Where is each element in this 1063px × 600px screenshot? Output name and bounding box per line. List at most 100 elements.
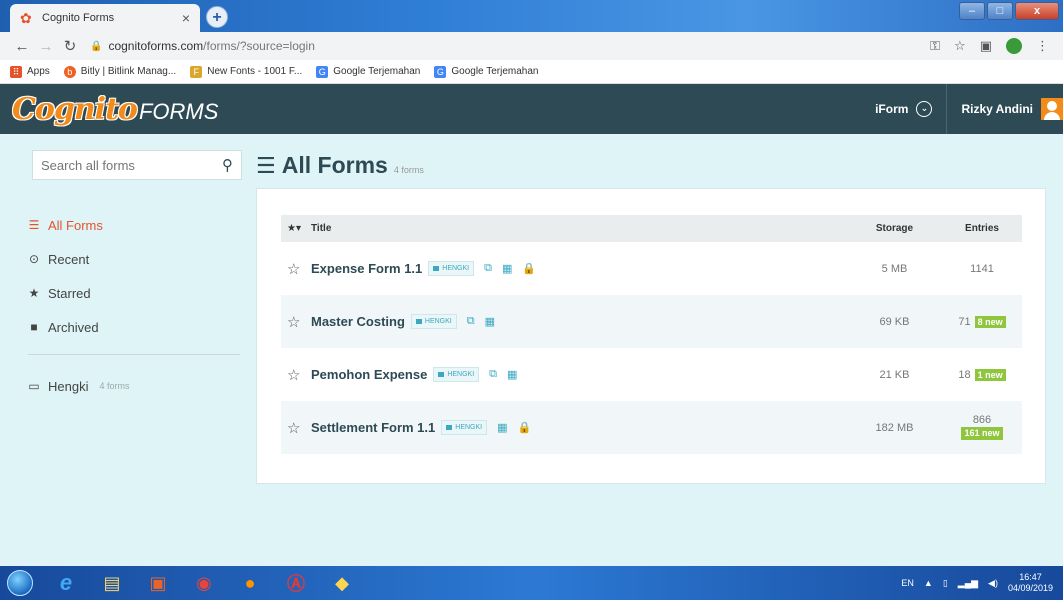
bookmark-label: Bitly | Bitlink Manag... — [80, 66, 177, 77]
folder-tag[interactable]: HENGKI — [428, 261, 475, 276]
column-storage[interactable]: Storage — [847, 223, 942, 234]
sidebar-item-all-forms[interactable]: ☰ All Forms — [28, 208, 240, 242]
sidebar-item-archived[interactable]: ■ Archived — [28, 310, 240, 344]
bookmark-star-icon[interactable]: ☆ — [954, 38, 966, 54]
volume-icon[interactable]: ◀) — [988, 578, 998, 589]
star-toggle-icon[interactable]: ☆ — [281, 313, 311, 331]
search-box: ⚲ — [32, 150, 242, 180]
storage-value: 5 MB — [881, 262, 908, 275]
app-header: Cognito FORMS iForm ⌄ Rizky Andini — [0, 84, 1063, 134]
profile-avatar[interactable] — [1006, 38, 1022, 54]
sidebar-item-label: Starred — [48, 285, 91, 301]
bookmark-label: Google Terjemahan — [451, 66, 539, 77]
calendar-icon[interactable]: ▦ — [502, 262, 512, 275]
sidebar-item-label: Recent — [48, 251, 90, 267]
bookmark-translate-1[interactable]: G Google Terjemahan — [316, 65, 421, 78]
organization-switcher[interactable]: iForm ⌄ — [861, 101, 946, 117]
extension-icon[interactable]: ▣ — [980, 38, 992, 54]
sidebar-folder-hengki[interactable]: ▭ Hengki 4 forms — [28, 369, 240, 403]
form-name-link[interactable]: Expense Form 1.1 — [311, 261, 422, 276]
chrome-icon[interactable]: ◉ — [184, 568, 224, 598]
page-title: ☰ All Forms 4 forms — [256, 152, 424, 179]
url-path: /forms/?source=login — [203, 39, 315, 53]
sidebar-divider — [28, 354, 240, 355]
user-menu[interactable]: Rizky Andini — [946, 84, 1063, 134]
bookmark-fonts[interactable]: F New Fonts - 1001 F... — [190, 65, 303, 78]
folder-count: 4 forms — [99, 381, 130, 391]
browser-toolbar: ← → ↻ 🔒 cognitoforms.com/forms/?source=l… — [0, 32, 1063, 60]
entries-cell[interactable]: 71 8 new — [942, 315, 1022, 328]
new-entries-badge: 161 new — [961, 427, 1003, 440]
star-toggle-icon[interactable]: ☆ — [281, 366, 311, 384]
window-controls: – □ x — [959, 2, 1059, 20]
chevron-down-icon: ⌄ — [916, 101, 933, 117]
user-avatar-icon — [1041, 98, 1063, 120]
media-player-icon[interactable]: ▣ — [138, 568, 178, 598]
folder-tag[interactable]: HENGKI — [410, 314, 457, 329]
star-toggle-icon[interactable]: ☆ — [281, 260, 311, 278]
close-window-button[interactable]: x — [1015, 2, 1059, 20]
lock-icon: 🔒 — [517, 422, 532, 434]
form-name-link[interactable]: Master Costing — [311, 314, 405, 329]
menu-dots-icon[interactable]: ⋮ — [1036, 38, 1049, 54]
windows-taskbar: e ▤ ▣ ◉ ● Ⓐ ◆ EN ▲ ▯ ▂▄▆ ◀) 16:47 04/09/… — [0, 566, 1063, 600]
sidebar-item-starred[interactable]: ★ Starred — [28, 276, 240, 310]
column-title[interactable]: Title — [311, 223, 847, 234]
bookmark-translate-2[interactable]: G Google Terjemahan — [434, 65, 539, 78]
tray-expand-icon[interactable]: ▲ — [924, 578, 933, 588]
calendar-icon[interactable]: ▦ — [507, 368, 517, 381]
preview-icon[interactable]: ⧉ — [467, 315, 475, 328]
maximize-button[interactable]: □ — [987, 2, 1013, 20]
start-button[interactable] — [0, 566, 40, 600]
preview-icon[interactable]: ⧉ — [489, 368, 497, 381]
address-bar[interactable]: 🔒 cognitoforms.com/forms/?source=login — [82, 35, 931, 57]
app-a-icon[interactable]: Ⓐ — [276, 568, 316, 598]
fonts-icon: F — [190, 65, 203, 78]
cognito-favicon-icon: ✿ — [20, 10, 32, 26]
firefox-icon[interactable]: ● — [230, 568, 270, 598]
browser-tab[interactable]: ✿ Cognito Forms × — [10, 4, 200, 32]
cognito-logo[interactable]: Cognito FORMS — [12, 92, 218, 127]
bookmark-apps[interactable]: ⠿ Apps — [10, 65, 50, 78]
form-name-link[interactable]: Pemohon Expense — [311, 367, 427, 382]
search-icon[interactable]: ⚲ — [222, 156, 233, 174]
sidebar-nav: ☰ All Forms ⊙ Recent ★ Starred ■ Archive… — [28, 208, 240, 403]
clock[interactable]: 16:47 04/09/2019 — [1008, 572, 1053, 594]
search-input[interactable] — [41, 157, 222, 173]
reload-icon[interactable]: ↻ — [58, 37, 82, 55]
column-entries[interactable]: Entries — [942, 223, 1022, 234]
calendar-icon[interactable]: ▦ — [497, 421, 507, 434]
forward-icon[interactable]: → — [34, 38, 58, 55]
new-tab-button[interactable]: + — [206, 6, 228, 28]
language-indicator[interactable]: EN — [901, 578, 914, 588]
bitly-icon: b — [63, 65, 76, 78]
system-tray: EN ▲ ▯ ▂▄▆ ◀) 16:47 04/09/2019 — [901, 572, 1063, 594]
bookmark-label: New Fonts - 1001 F... — [207, 66, 303, 77]
minimize-button[interactable]: – — [959, 2, 985, 20]
key-icon[interactable]: ⚿ — [930, 38, 940, 54]
battery-icon[interactable]: ▯ — [943, 578, 948, 589]
folder-tag[interactable]: HENGKI — [441, 420, 488, 435]
folder-app-icon[interactable]: ◆ — [322, 568, 362, 598]
folder-tag[interactable]: HENGKI — [433, 367, 480, 382]
bookmark-label: Google Terjemahan — [333, 66, 421, 77]
storage-value: 69 KB — [879, 315, 910, 328]
close-tab-icon[interactable]: × — [182, 10, 190, 26]
entries-cell[interactable]: 866 161 new — [942, 415, 1022, 440]
signal-icon[interactable]: ▂▄▆ — [958, 578, 978, 589]
entries-cell[interactable]: 1141 — [942, 263, 1022, 275]
preview-icon[interactable]: ⧉ — [484, 262, 492, 275]
entries-count: 1141 — [970, 262, 994, 275]
back-icon[interactable]: ← — [10, 38, 34, 55]
page-heading: All Forms — [281, 152, 388, 178]
browser-titlebar: ✿ Cognito Forms × + – □ x — [0, 0, 1063, 32]
file-explorer-icon[interactable]: ▤ — [92, 568, 132, 598]
sidebar-item-recent[interactable]: ⊙ Recent — [28, 242, 240, 276]
star-sort-icon[interactable]: ★▾ — [281, 223, 311, 234]
entries-cell[interactable]: 18 1 new — [942, 368, 1022, 381]
calendar-icon[interactable]: ▦ — [485, 315, 495, 328]
internet-explorer-icon[interactable]: e — [46, 568, 86, 598]
star-toggle-icon[interactable]: ☆ — [281, 419, 311, 437]
bookmark-bitly[interactable]: b Bitly | Bitlink Manag... — [63, 65, 177, 78]
form-name-link[interactable]: Settlement Form 1.1 — [311, 420, 435, 435]
